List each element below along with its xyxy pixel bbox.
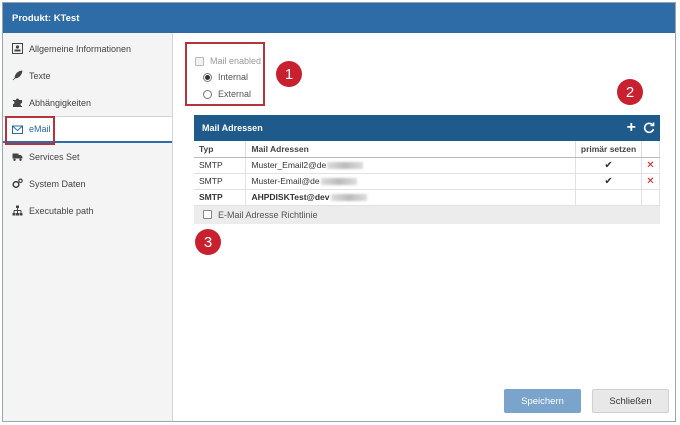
- row-type: SMTP: [194, 173, 247, 190]
- sidebar-item-label: System Daten: [29, 178, 86, 189]
- delete-icon[interactable]: ✕: [646, 176, 654, 187]
- delete-cell: [641, 189, 660, 206]
- refresh-icon[interactable]: [643, 120, 655, 137]
- col-header-primaer-setzen[interactable]: primär setzen: [575, 141, 642, 158]
- row-address: Muster_Email2@de: [251, 160, 327, 170]
- primary-set-cell[interactable]: ✔: [575, 173, 642, 190]
- id-card-icon: [12, 43, 23, 54]
- policy-row[interactable]: E-Mail Adresse Richtlinie: [194, 205, 660, 224]
- sidebar-item-allgemeine-informationen[interactable]: Allgemeine Informationen: [3, 35, 172, 62]
- puzzle-icon: [12, 97, 23, 108]
- policy-label: E-Mail Adresse Richtlinie: [218, 209, 318, 220]
- dialog-title: Produkt: KTest: [3, 3, 675, 33]
- col-header-actions: [641, 141, 660, 158]
- delete-cell[interactable]: ✕: [641, 157, 660, 174]
- badge-2: 2: [617, 79, 643, 105]
- feather-icon: [12, 70, 23, 81]
- row-address-cell: AHPDISKTest@dev: [245, 189, 577, 206]
- table-row[interactable]: SMTP Muster_Email2@de ✔ ✕: [194, 157, 660, 174]
- delete-cell[interactable]: ✕: [641, 173, 660, 190]
- gears-icon: [12, 178, 23, 189]
- sidebar-item-abhaengigkeiten[interactable]: Abhängigkeiten: [3, 89, 172, 116]
- sidebar-item-services-set[interactable]: Services Set: [3, 143, 172, 170]
- internal-radio[interactable]: Internal: [203, 72, 248, 82]
- sidebar: Allgemeine Informationen Texte Abhängigk…: [3, 33, 173, 421]
- sidebar-item-label: Services Set: [29, 151, 80, 162]
- table-row[interactable]: SMTP Muster-Email@de ✔ ✕: [194, 173, 660, 190]
- policy-checkbox[interactable]: [203, 210, 212, 219]
- mail-addresses-panel: Mail Adressen + Typ Mail Adressen primär…: [194, 115, 660, 224]
- product-dialog: Produkt: KTest Allgemeine Informationen …: [2, 2, 676, 422]
- mail-enabled-label: Mail enabled: [210, 56, 262, 66]
- sidebar-item-executable-path[interactable]: Executable path: [3, 197, 172, 224]
- mail-enabled-check[interactable]: [195, 56, 204, 66]
- badge-1: 1: [276, 61, 302, 87]
- mail-addresses-title: Mail Adressen: [202, 123, 263, 133]
- mail-enabled-checkbox[interactable]: Mail enabled: [195, 56, 261, 66]
- internal-radio-button[interactable]: [203, 72, 212, 82]
- primary-set-cell: [575, 189, 642, 206]
- col-header-mail-adressen[interactable]: Mail Adressen: [245, 141, 577, 158]
- sidebar-item-texte[interactable]: Texte: [3, 62, 172, 89]
- truck-icon: [12, 151, 23, 162]
- save-button[interactable]: Speichern: [504, 389, 581, 413]
- sitemap-icon: [12, 205, 23, 216]
- row-type: SMTP: [194, 189, 247, 206]
- row-type: SMTP: [194, 157, 247, 174]
- add-icon[interactable]: +: [627, 119, 636, 137]
- internal-label: Internal: [218, 72, 249, 82]
- row-address: Muster-Email@de: [251, 176, 320, 186]
- main-content: Mail enabled Internal External 1 2 3 Mai…: [174, 33, 675, 421]
- sidebar-item-label: Executable path: [29, 205, 94, 216]
- row-address-cell: Muster_Email2@de: [245, 157, 577, 174]
- col-header-typ[interactable]: Typ: [194, 141, 247, 158]
- sidebar-item-label: Abhängigkeiten: [29, 97, 92, 108]
- sidebar-item-label: Texte: [29, 70, 51, 81]
- row-address-cell: Muster-Email@de: [245, 173, 577, 190]
- external-radio[interactable]: External: [203, 89, 251, 99]
- external-radio-button[interactable]: [203, 89, 212, 99]
- external-label: External: [218, 89, 252, 99]
- checkmark-icon[interactable]: ✔: [604, 176, 612, 187]
- email-highlight-box: [5, 116, 55, 145]
- primary-set-cell[interactable]: ✔: [575, 157, 642, 174]
- sidebar-item-system-daten[interactable]: System Daten: [3, 170, 172, 197]
- mail-addresses-header: Mail Adressen +: [194, 115, 660, 141]
- table-row[interactable]: SMTP AHPDISKTest@dev: [194, 189, 660, 206]
- badge-3: 3: [195, 229, 221, 255]
- delete-icon[interactable]: ✕: [646, 160, 654, 171]
- redacted-blur: [327, 162, 364, 170]
- close-button[interactable]: Schließen: [592, 389, 669, 413]
- redacted-blur: [330, 194, 367, 202]
- redacted-blur: [320, 178, 357, 186]
- checkmark-icon[interactable]: ✔: [604, 160, 612, 171]
- sidebar-item-label: Allgemeine Informationen: [29, 43, 132, 54]
- row-address: AHPDISKTest@dev: [251, 192, 330, 202]
- mail-addresses-table: Typ Mail Adressen primär setzen SMTP Mus…: [194, 141, 660, 206]
